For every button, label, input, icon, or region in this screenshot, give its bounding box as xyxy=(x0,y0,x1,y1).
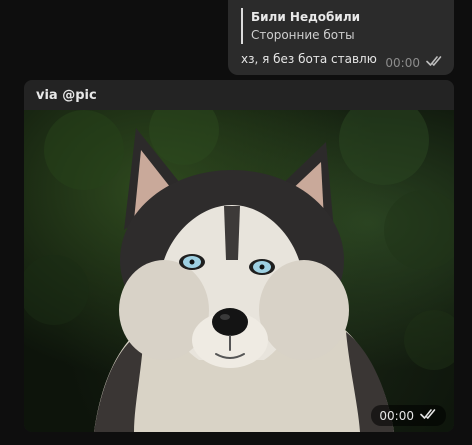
outgoing-message-bubble[interactable]: Били Недобили Сторонние боты хз, я без б… xyxy=(228,0,454,75)
reply-quote[interactable]: Били Недобили Сторонние боты xyxy=(241,8,441,44)
chat-view: Били Недобили Сторонние боты хз, я без б… xyxy=(0,0,472,445)
via-bot-label[interactable]: via @pic xyxy=(36,88,97,103)
husky-photo[interactable]: 00:00 xyxy=(24,95,454,432)
reply-author: Били Недобили xyxy=(251,10,361,24)
message-text: хз, я без бота ставлю xyxy=(241,52,377,66)
message-time: 00:00 xyxy=(385,55,420,70)
image-message-bubble[interactable]: via @pic 00:00 xyxy=(24,80,454,432)
chat-bottom-edge xyxy=(0,438,472,445)
message-meta: 00:00 xyxy=(385,55,444,70)
photo-meta: 00:00 xyxy=(371,405,446,426)
husky-illustration xyxy=(24,95,454,432)
photo-time: 00:00 xyxy=(379,408,414,423)
double-check-icon xyxy=(420,408,438,423)
reply-text: Сторонние боты xyxy=(251,28,355,42)
double-check-icon xyxy=(426,55,444,70)
